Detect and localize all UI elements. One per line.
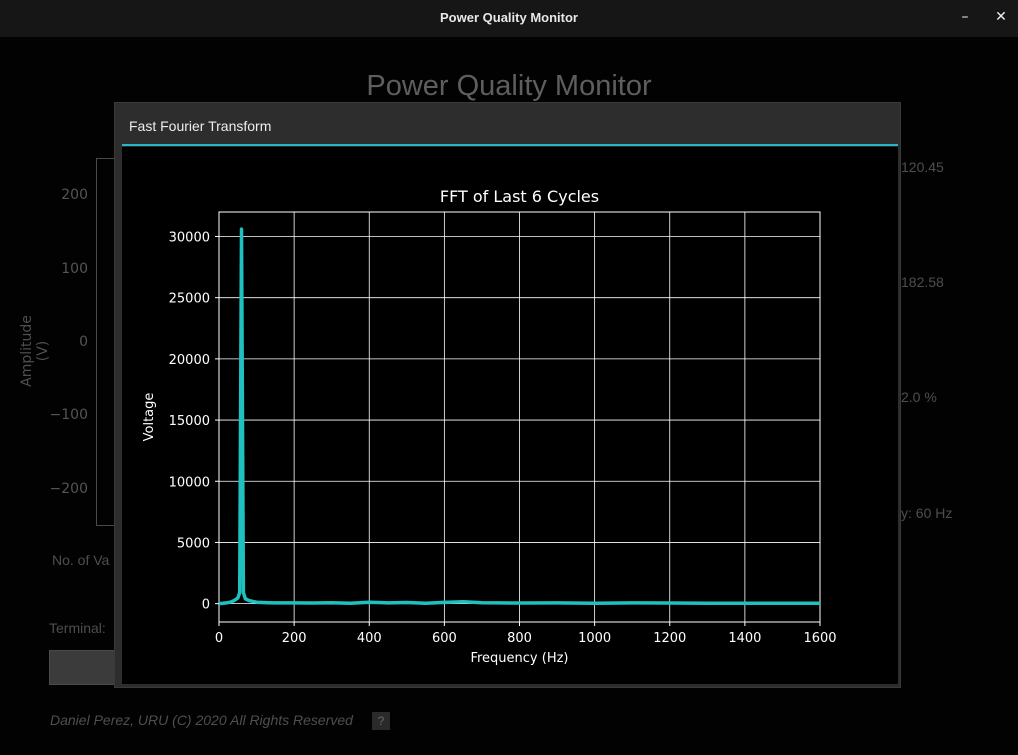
x-tick-label: 800 [507, 631, 532, 646]
y-tick-label: 0 [202, 598, 210, 613]
help-button[interactable]: ? [372, 712, 390, 730]
voltage-readout: 120.45 [901, 159, 944, 175]
terminal-field[interactable] [49, 650, 121, 685]
thd-readout: 2.0 % [901, 389, 937, 405]
main-heading: Power Quality Monitor [366, 70, 652, 102]
fft-dialog: Fast Fourier Transform 0 200 400 600 800 1000… [114, 102, 901, 688]
y-tick-label: 5000 [177, 536, 210, 551]
y-axis-label: Voltage [142, 393, 157, 442]
window-title: Power Quality Monitor [440, 10, 578, 25]
x-tick-label: 1400 [728, 631, 761, 646]
x-tick-label: 1600 [803, 631, 836, 646]
close-button[interactable]: ✕ [992, 9, 1010, 25]
waveform-ytick: 0 [79, 334, 88, 350]
fft-chart: 0 200 400 600 800 1000 1200 1400 1600 0 5000 10000 1… [142, 187, 837, 666]
waveform-ytick: −200 [49, 481, 88, 497]
copyright-footer: Daniel Perez, URU (C) 2020 All Rights Re… [50, 712, 353, 728]
x-tick-label: 1000 [578, 631, 611, 646]
minimize-button[interactable]: – [956, 9, 974, 25]
x-axis-label: Frequency (Hz) [470, 651, 568, 666]
x-tick-label: 600 [432, 631, 457, 646]
chart-title: FFT of Last 6 Cycles [440, 187, 599, 206]
y-tick-label: 10000 [169, 475, 210, 490]
no-of-values-label: No. of Va [52, 552, 110, 568]
frequency-readout: y: 60 Hz [901, 505, 953, 521]
x-tick-label: 200 [282, 631, 307, 646]
window-titlebar: Power Quality Monitor – ✕ [0, 0, 1018, 37]
dialog-title: Fast Fourier Transform [129, 118, 272, 134]
waveform-ytick: 100 [61, 261, 88, 277]
x-tick-label: 400 [357, 631, 382, 646]
y-tick-label: 20000 [169, 353, 210, 368]
peak-readout: 182.58 [901, 274, 944, 290]
y-tick-label: 15000 [169, 414, 210, 429]
x-tick-label: 1200 [653, 631, 686, 646]
dialog-accent-line [122, 144, 898, 146]
waveform-ytick: −100 [49, 407, 88, 423]
waveform-ylabel: Amplitude (V) [19, 315, 51, 387]
y-tick-label: 25000 [169, 292, 210, 307]
terminal-label: Terminal: [49, 620, 106, 636]
x-tick-label: 0 [215, 631, 223, 646]
y-tick-label: 30000 [169, 230, 210, 245]
fft-plot-area: 0 200 400 600 800 1000 1200 1400 1600 0 5000 10000 1… [122, 147, 898, 684]
waveform-ytick: 200 [61, 187, 88, 203]
